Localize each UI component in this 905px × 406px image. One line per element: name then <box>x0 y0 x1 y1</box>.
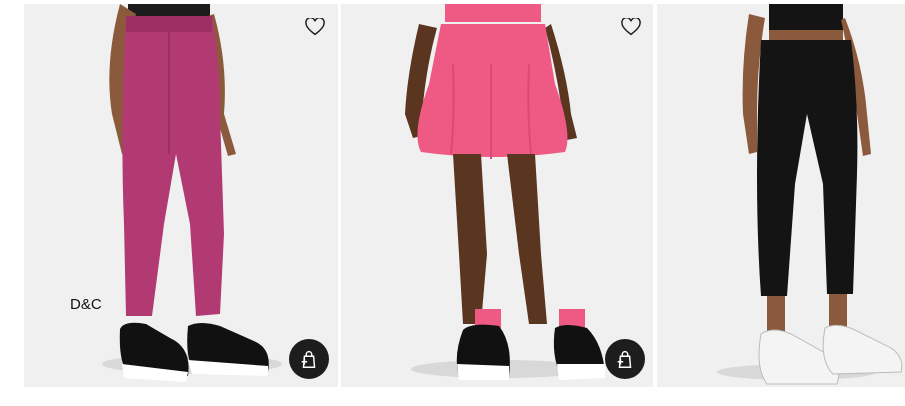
product-card-2[interactable] <box>341 4 653 387</box>
product-image-2[interactable] <box>341 4 653 387</box>
heart-outline-icon[interactable] <box>304 16 326 38</box>
product-card-1[interactable]: D&C <box>24 4 338 387</box>
product-image-1[interactable] <box>24 4 338 387</box>
product-image-3[interactable] <box>657 4 905 387</box>
watermark-label: D&C <box>70 296 102 313</box>
quick-add-bag-icon[interactable] <box>605 339 645 379</box>
heart-outline-icon[interactable] <box>620 16 642 38</box>
product-card-3[interactable] <box>657 4 905 387</box>
quick-add-bag-icon[interactable] <box>289 339 329 379</box>
